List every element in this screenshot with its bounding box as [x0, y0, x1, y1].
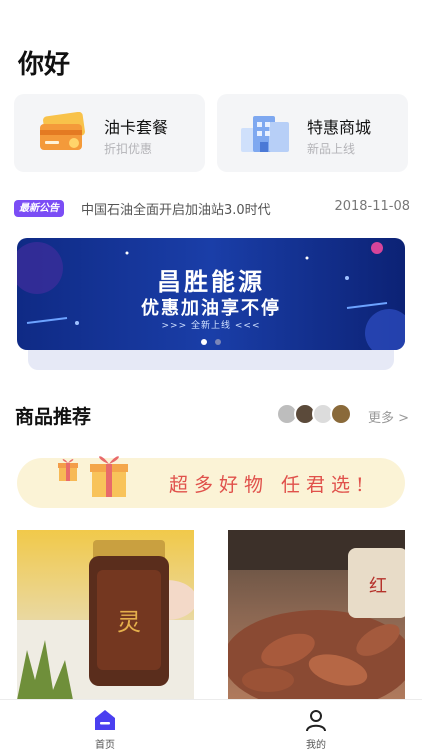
- shop-building-icon: [241, 116, 289, 152]
- product-card-dried-goods[interactable]: 红: [228, 530, 405, 700]
- product-card-ganoderma[interactable]: 灵: [17, 530, 194, 700]
- announcement-bar[interactable]: 最新公告 中国石油全面开启加油站3.0时代 2018-11-08: [14, 198, 410, 220]
- announcement-text[interactable]: 中国石油全面开启加油站3.0时代: [81, 199, 271, 218]
- more-link[interactable]: 更多 >: [368, 407, 409, 426]
- section-title: 商品推荐: [15, 406, 92, 428]
- pagination-dot[interactable]: [215, 339, 221, 345]
- home-icon: [95, 710, 115, 730]
- fuel-card-icon: [40, 112, 85, 150]
- banner-pagination: [17, 330, 405, 349]
- product-image: 灵: [17, 540, 194, 700]
- tab-mine[interactable]: 我的: [276, 708, 356, 750]
- banner-subtitle: 优惠加油享不停: [141, 298, 281, 319]
- user-icon: [306, 710, 326, 732]
- banner-title: 昌胜能源: [157, 268, 265, 296]
- card-subtitle: 折扣优惠: [104, 142, 153, 156]
- svg-text:红: 红: [369, 576, 387, 597]
- card-title: 特惠商城: [307, 118, 372, 137]
- product-image: 红: [228, 530, 405, 700]
- tab-home-label: 首页: [95, 740, 115, 750]
- announcement-date: 2018-11-08: [334, 199, 410, 214]
- card-title: 油卡套餐: [104, 118, 169, 137]
- gift-box-icon: [90, 456, 128, 497]
- gift-icon: [58, 459, 78, 481]
- special-mall-card[interactable]: 特惠商城 新品上线: [217, 94, 408, 172]
- card-subtitle: 新品上线: [307, 142, 356, 156]
- announcement-tag: 最新公告: [14, 200, 64, 217]
- greeting-title: 你好: [18, 50, 71, 80]
- promo-text: 超多好物 任君选!: [169, 474, 370, 496]
- fuel-card-package-card[interactable]: 油卡套餐 折扣优惠: [14, 94, 205, 172]
- tab-home[interactable]: 首页: [65, 708, 145, 750]
- svg-text:灵: 灵: [117, 608, 141, 636]
- bottom-tab-bar: 首页 我的: [0, 699, 422, 750]
- promo-banner[interactable]: 昌胜能源 优惠加油享不停 >>> 全新上线 <<<: [17, 238, 405, 350]
- promo-strip[interactable]: 超多好物 任君选!: [17, 456, 405, 508]
- tab-mine-label: 我的: [306, 740, 326, 750]
- product-thumbnails: [276, 403, 358, 427]
- pagination-dot-active[interactable]: [201, 339, 207, 345]
- thumb-avatar: [330, 403, 352, 425]
